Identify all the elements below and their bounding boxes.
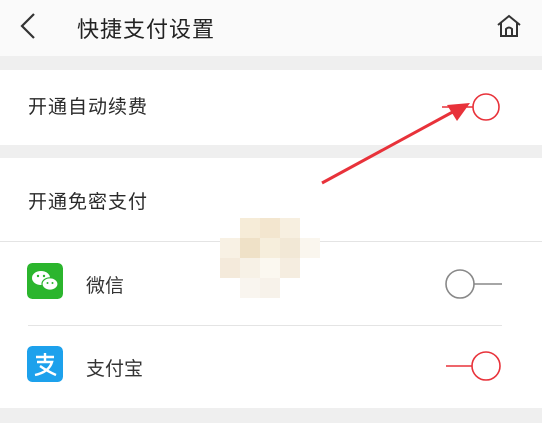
alipay-label: 支付宝 bbox=[86, 358, 144, 380]
password-free-label: 开通免密支付 bbox=[28, 191, 149, 213]
alipay-row[interactable]: 支付宝 bbox=[0, 326, 542, 408]
app-header: 快捷支付设置 bbox=[0, 0, 542, 56]
wechat-label: 微信 bbox=[86, 275, 125, 297]
pixelated-area bbox=[220, 218, 320, 298]
auto-renew-toggle[interactable] bbox=[440, 87, 510, 127]
chevron-left-icon[interactable] bbox=[14, 10, 40, 42]
wechat-icon bbox=[27, 263, 63, 299]
alipay-toggle[interactable] bbox=[440, 346, 510, 386]
home-icon[interactable] bbox=[494, 11, 524, 41]
auto-renew-label: 开通自动续费 bbox=[28, 96, 149, 118]
auto-renew-section: 开通自动续费 bbox=[0, 70, 542, 145]
wechat-toggle[interactable] bbox=[440, 264, 510, 304]
alipay-icon bbox=[27, 346, 63, 382]
page-title: 快捷支付设置 bbox=[77, 18, 216, 43]
